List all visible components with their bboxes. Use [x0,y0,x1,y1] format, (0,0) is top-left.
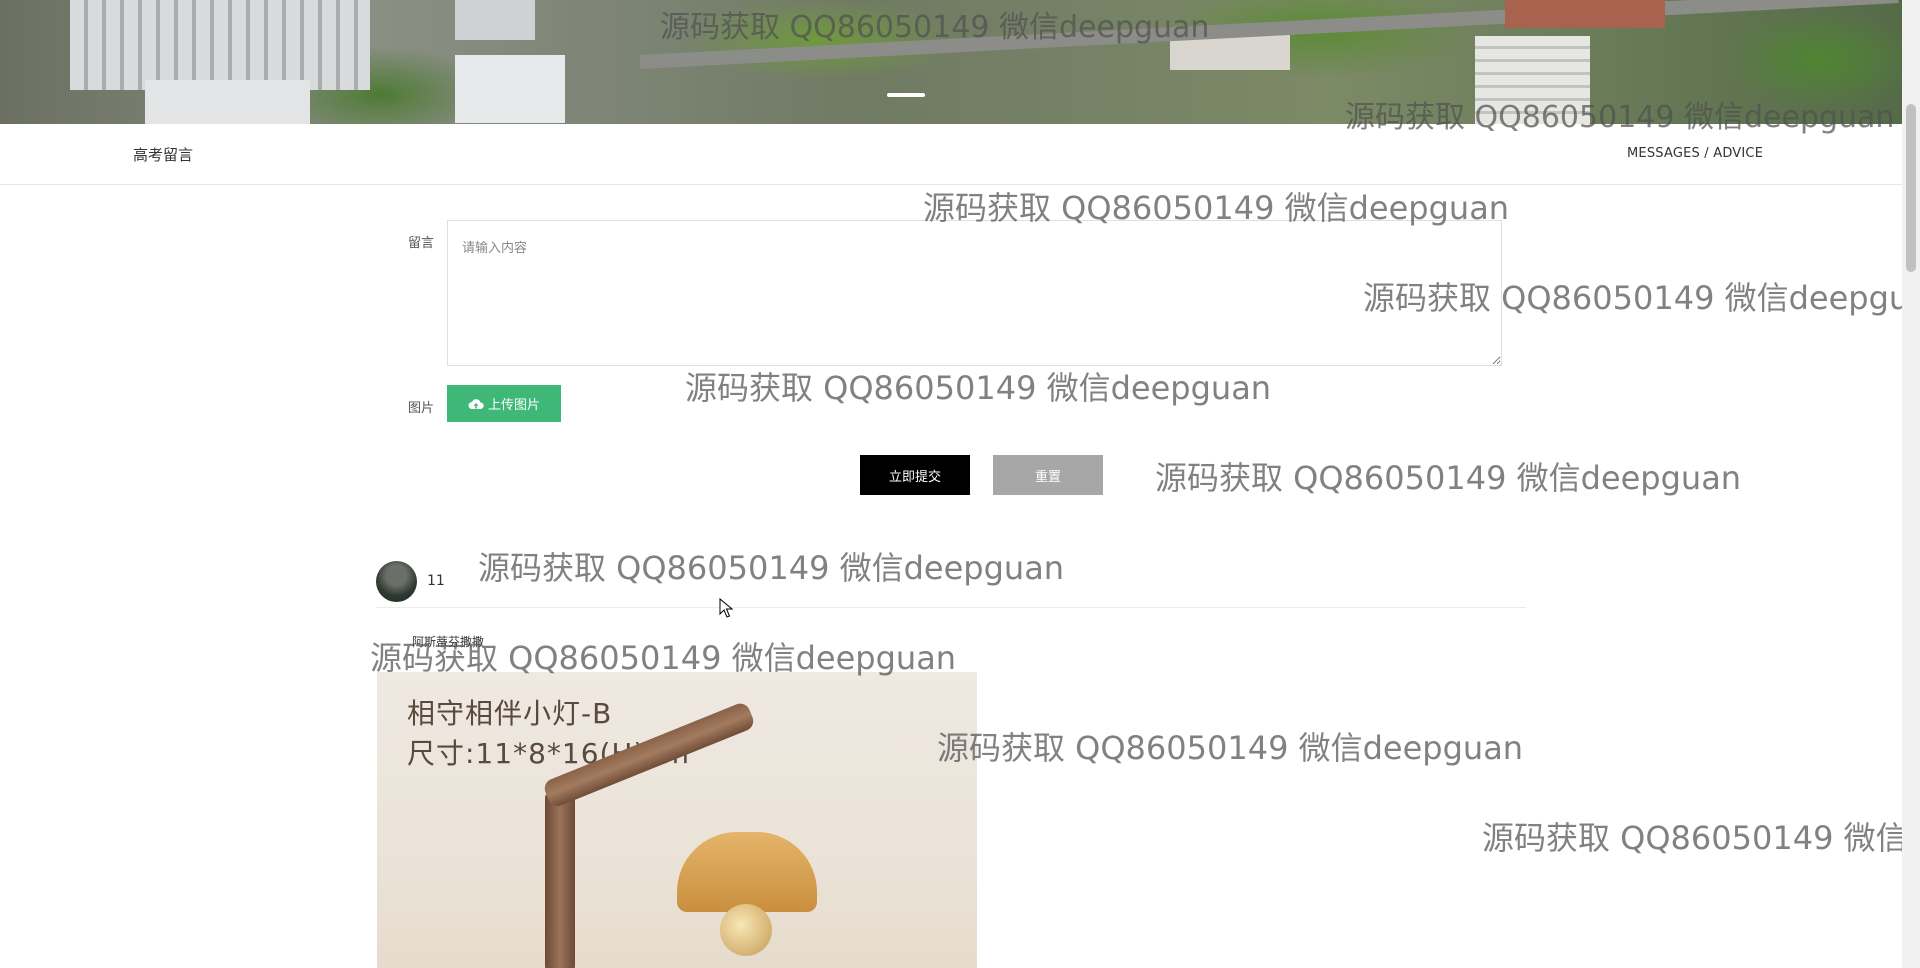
carousel-indicator[interactable] [887,93,925,97]
watermark-text: 源码获取 QQ86050149 微信deepguan [1155,459,1742,497]
page-subtitle: MESSAGES / ADVICE [1627,146,1764,161]
banner-building [1475,36,1590,124]
watermark-text: 源码获取 QQ86050149 微信deepguan [937,729,1524,767]
comment-image-title: 相守相伴小灯-B [407,697,613,730]
avatar [376,561,417,602]
cloud-upload-icon [468,398,484,409]
upload-button-label: 上传图片 [487,397,540,412]
lamp-bulb [720,904,772,956]
image-label: 图片 [408,401,435,416]
submit-button[interactable]: 立即提交 [860,455,970,495]
comment-username: 11 [427,573,445,589]
lamp-post [545,792,575,968]
watermark-text: 源码获取 QQ86050149 微信deepguan [685,369,1272,407]
lamp-shade [677,832,817,912]
banner-building [455,0,535,40]
section-header: 高考留言 MESSAGES / ADVICE [0,124,1902,185]
watermark-text: 源码获取 QQ86050149 微信deepguan [1482,819,1902,857]
page-title: 高考留言 [133,146,194,164]
watermark-text: 源码获取 QQ86050149 微信deepguan [478,549,1065,587]
banner-building [145,80,310,124]
banner-building [70,0,370,90]
message-textarea[interactable] [447,220,1502,366]
reset-button[interactable]: 重置 [993,455,1103,495]
scrollbar-thumb[interactable] [1906,104,1916,272]
banner-court [1505,0,1665,28]
banner-building [455,55,565,123]
page-scrollbar[interactable] [1902,0,1920,968]
divider [376,607,1526,608]
mouse-cursor-icon [719,598,733,618]
message-label: 留言 [408,236,435,251]
upload-image-button[interactable]: 上传图片 [447,385,561,422]
comment-text: 阿斯蒂芬撒撒 [412,635,485,649]
header-banner [0,0,1902,124]
comment-image[interactable]: 相守相伴小灯-B 尺寸:11*8*16(H)cm [377,672,977,968]
